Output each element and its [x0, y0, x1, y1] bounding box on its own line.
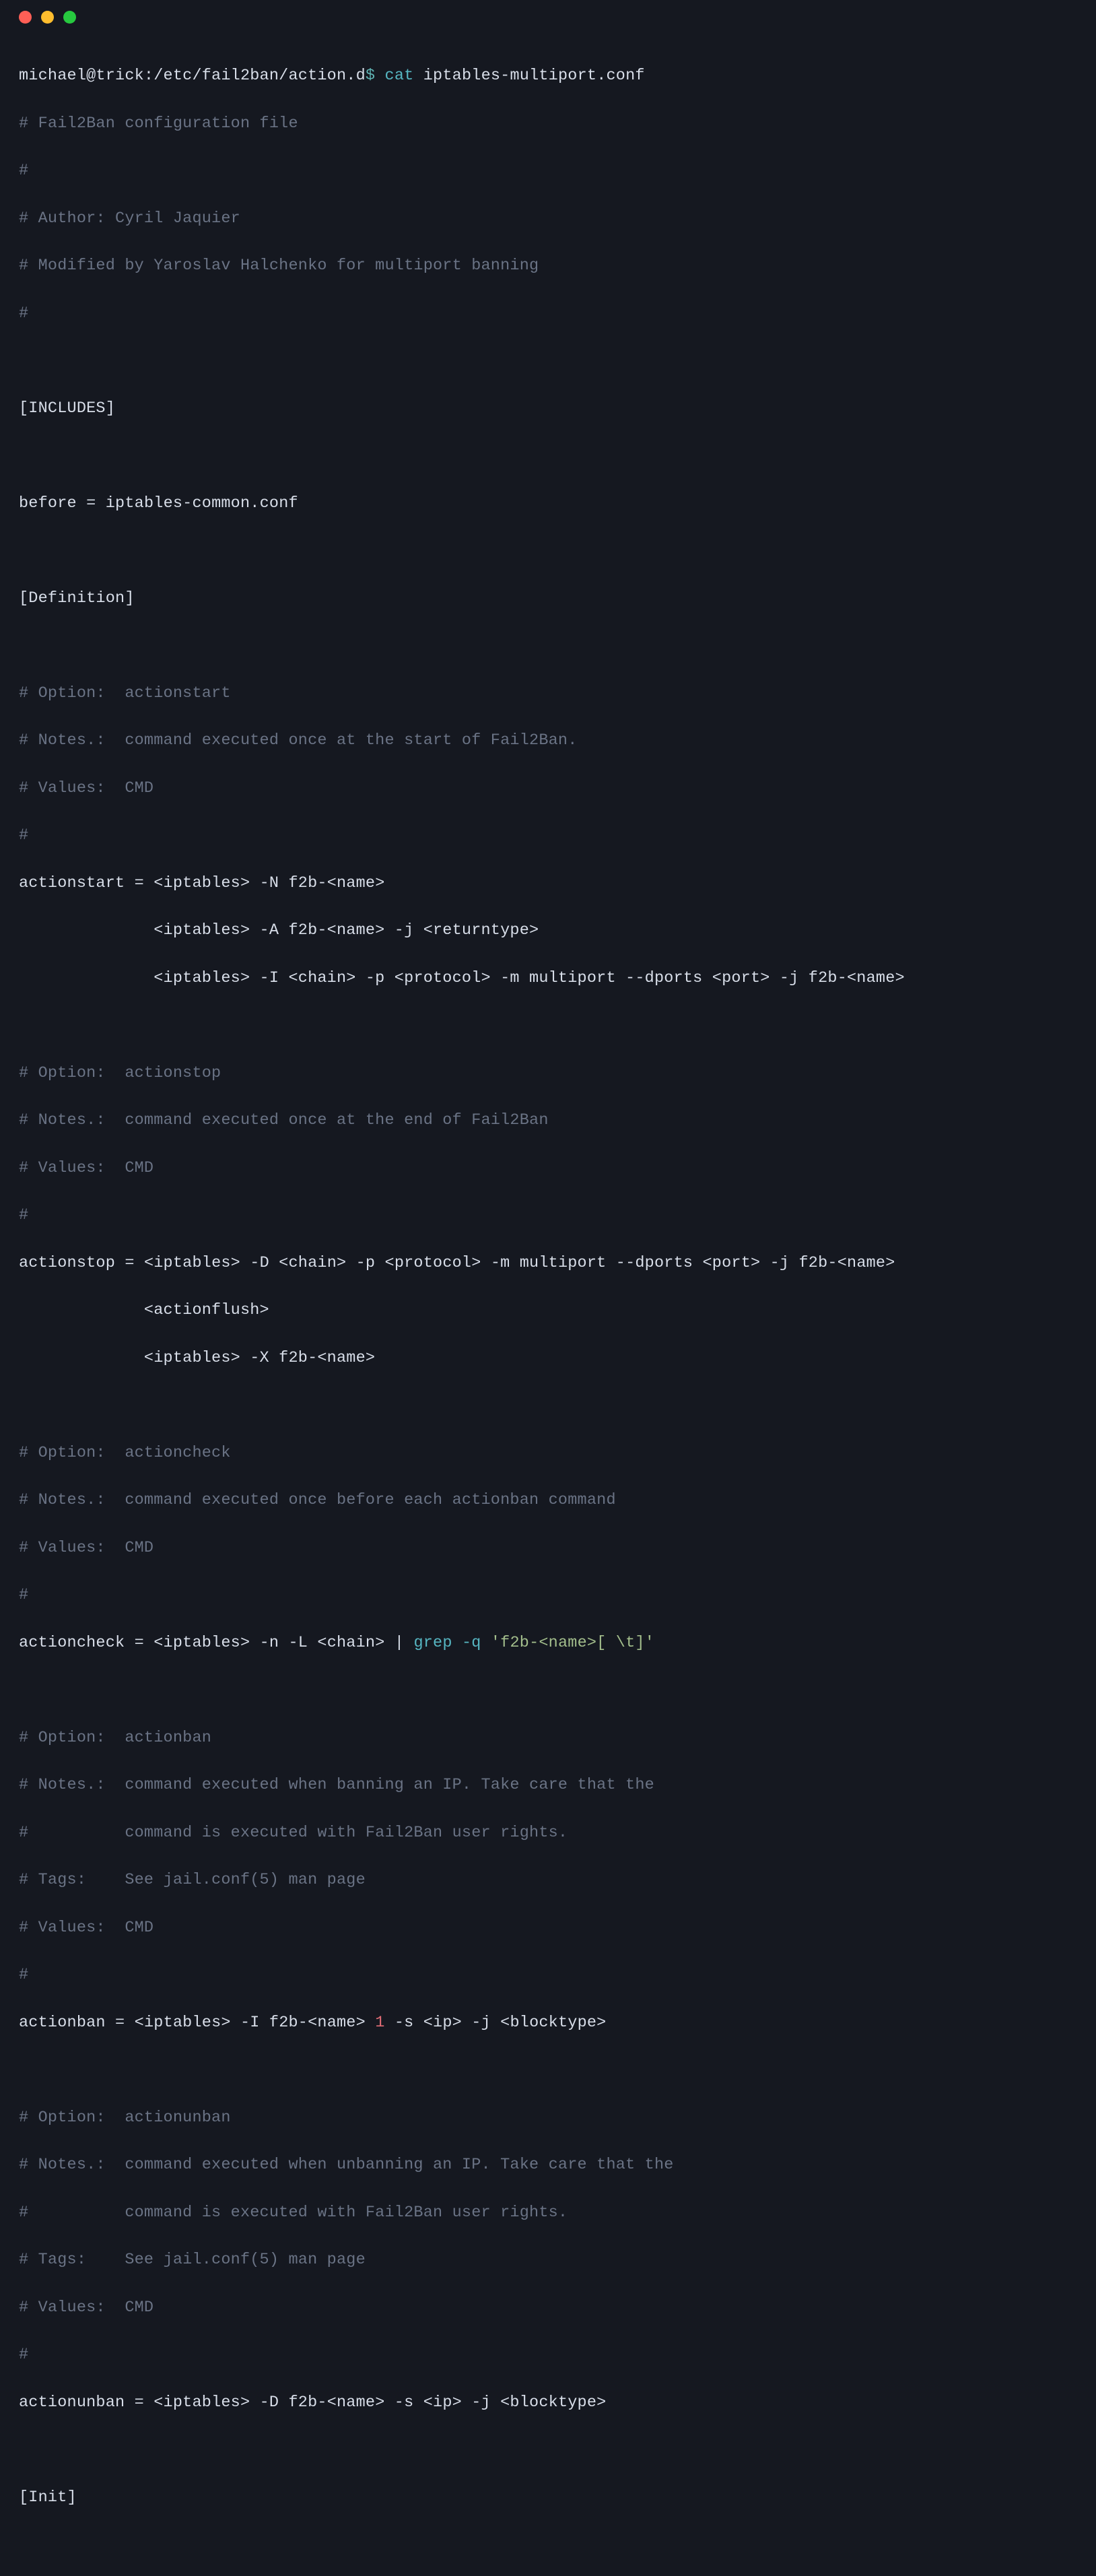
titlebar	[0, 0, 1096, 34]
output-line: # Tags: See jail.conf(5) man page	[19, 1868, 1077, 1892]
maximize-icon[interactable]	[63, 11, 76, 24]
output-line: <actionflush>	[19, 1298, 1077, 1322]
ini-key: actioncheck	[19, 1634, 125, 1652]
output-line: # Values: CMD	[19, 1916, 1077, 1940]
command: cat	[385, 67, 414, 85]
output-line: #	[19, 1203, 1077, 1227]
ini-value: <iptables> -D <chain> -p <protocol> -m m…	[144, 1254, 895, 1272]
output-line: #	[19, 1963, 1077, 1987]
output-line: before = iptables-common.conf	[19, 492, 1077, 515]
ini-value: <iptables> -I f2b-<name>	[135, 2014, 376, 2032]
output-line: #	[19, 2343, 1077, 2367]
output-line: # Values: CMD	[19, 1536, 1077, 1560]
output-line: #	[19, 824, 1077, 847]
ini-value: <iptables> -D f2b-<name> -s <ip> -j <blo…	[153, 2393, 606, 2412]
output-line	[19, 2058, 1077, 2082]
section-header: [INCLUDES]	[19, 399, 115, 418]
output-line: actionban = <iptables> -I f2b-<name> 1 -…	[19, 2011, 1077, 2035]
output-line: actionunban = <iptables> -D f2b-<name> -…	[19, 2391, 1077, 2414]
output-line	[19, 1014, 1077, 1037]
output-line: # Notes.: command executed once at the e…	[19, 1109, 1077, 1132]
section-header: [Init]	[19, 2488, 77, 2507]
output-line: # command is executed with Fail2Ban user…	[19, 1821, 1077, 1845]
output-line: # Values: CMD	[19, 1156, 1077, 1180]
ini-key: actionunban	[19, 2393, 125, 2412]
numeric-literal: 1	[375, 2014, 384, 2032]
output-line: [Init]	[19, 2486, 1077, 2509]
output-line: [Definition]	[19, 587, 1077, 610]
command-arg: iptables-multiport.conf	[423, 67, 645, 85]
output-line: #	[19, 1583, 1077, 1607]
output-line: # Notes.: command executed once at the s…	[19, 729, 1077, 752]
output-line: #	[19, 302, 1077, 325]
output-line: # Option: actionstop	[19, 1061, 1077, 1085]
output-line: actioncheck = <iptables> -n -L <chain> |…	[19, 1631, 1077, 1655]
grep-pattern: 'f2b-<name>[ \t]'	[491, 1634, 654, 1652]
output-line: # Option: actionban	[19, 1726, 1077, 1750]
terminal-content[interactable]: michael@trick:/etc/fail2ban/action.d$ ca…	[0, 34, 1096, 2576]
ini-key: actionban	[19, 2014, 106, 2032]
output-line: <iptables> -X f2b-<name>	[19, 1346, 1077, 1370]
ini-key: actionstart	[19, 874, 125, 892]
minimize-icon[interactable]	[41, 11, 54, 24]
output-line: [INCLUDES]	[19, 397, 1077, 420]
prompt-userhost: michael@trick:/etc/fail2ban/action.d	[19, 67, 366, 85]
section-header: [Definition]	[19, 589, 135, 607]
output-line	[19, 539, 1077, 562]
output-line: # Tags: See jail.conf(5) man page	[19, 2248, 1077, 2272]
ini-key: actionstop	[19, 1254, 115, 1272]
output-line: <iptables> -I <chain> -p <protocol> -m m…	[19, 966, 1077, 990]
grep-call: grep -q	[413, 1634, 490, 1652]
output-line	[19, 444, 1077, 467]
ini-value: iptables-common.conf	[106, 494, 298, 513]
output-line: # Fail2Ban configuration file	[19, 112, 1077, 135]
close-icon[interactable]	[19, 11, 32, 24]
output-line: actionstop = <iptables> -D <chain> -p <p…	[19, 1251, 1077, 1275]
output-line	[19, 2438, 1077, 2462]
ini-value: <iptables> -n -L <chain>	[153, 1634, 384, 1652]
output-line: # command is executed with Fail2Ban user…	[19, 2201, 1077, 2224]
output-line	[19, 634, 1077, 657]
output-line	[19, 1393, 1077, 1417]
output-line	[19, 1678, 1077, 1702]
output-line: actionstart = <iptables> -N f2b-<name>	[19, 871, 1077, 895]
output-line: # Values: CMD	[19, 2296, 1077, 2319]
output-line: <iptables> -A f2b-<name> -j <returntype>	[19, 919, 1077, 942]
output-line: # Notes.: command executed when banning …	[19, 1773, 1077, 1797]
output-line: # Notes.: command executed when unbannin…	[19, 2153, 1077, 2177]
output-line: # Modified by Yaroslav Halchenko for mul…	[19, 254, 1077, 277]
ini-key: before	[19, 494, 77, 513]
output-line: # Option: actionstart	[19, 682, 1077, 705]
prompt-line: michael@trick:/etc/fail2ban/action.d$ ca…	[19, 64, 1077, 88]
output-line: # Option: actionunban	[19, 2106, 1077, 2129]
output-line: #	[19, 159, 1077, 183]
terminal-window: michael@trick:/etc/fail2ban/action.d$ ca…	[0, 0, 1096, 1453]
output-line: # Values: CMD	[19, 777, 1077, 800]
ini-value: <iptables> -N f2b-<name>	[153, 874, 384, 892]
output-line: # Notes.: command executed once before e…	[19, 1488, 1077, 1512]
output-line	[19, 349, 1077, 372]
output-line: # Author: Cyril Jaquier	[19, 207, 1077, 230]
output-line: # Option: actioncheck	[19, 1441, 1077, 1465]
prompt-dollar: $	[366, 67, 375, 85]
